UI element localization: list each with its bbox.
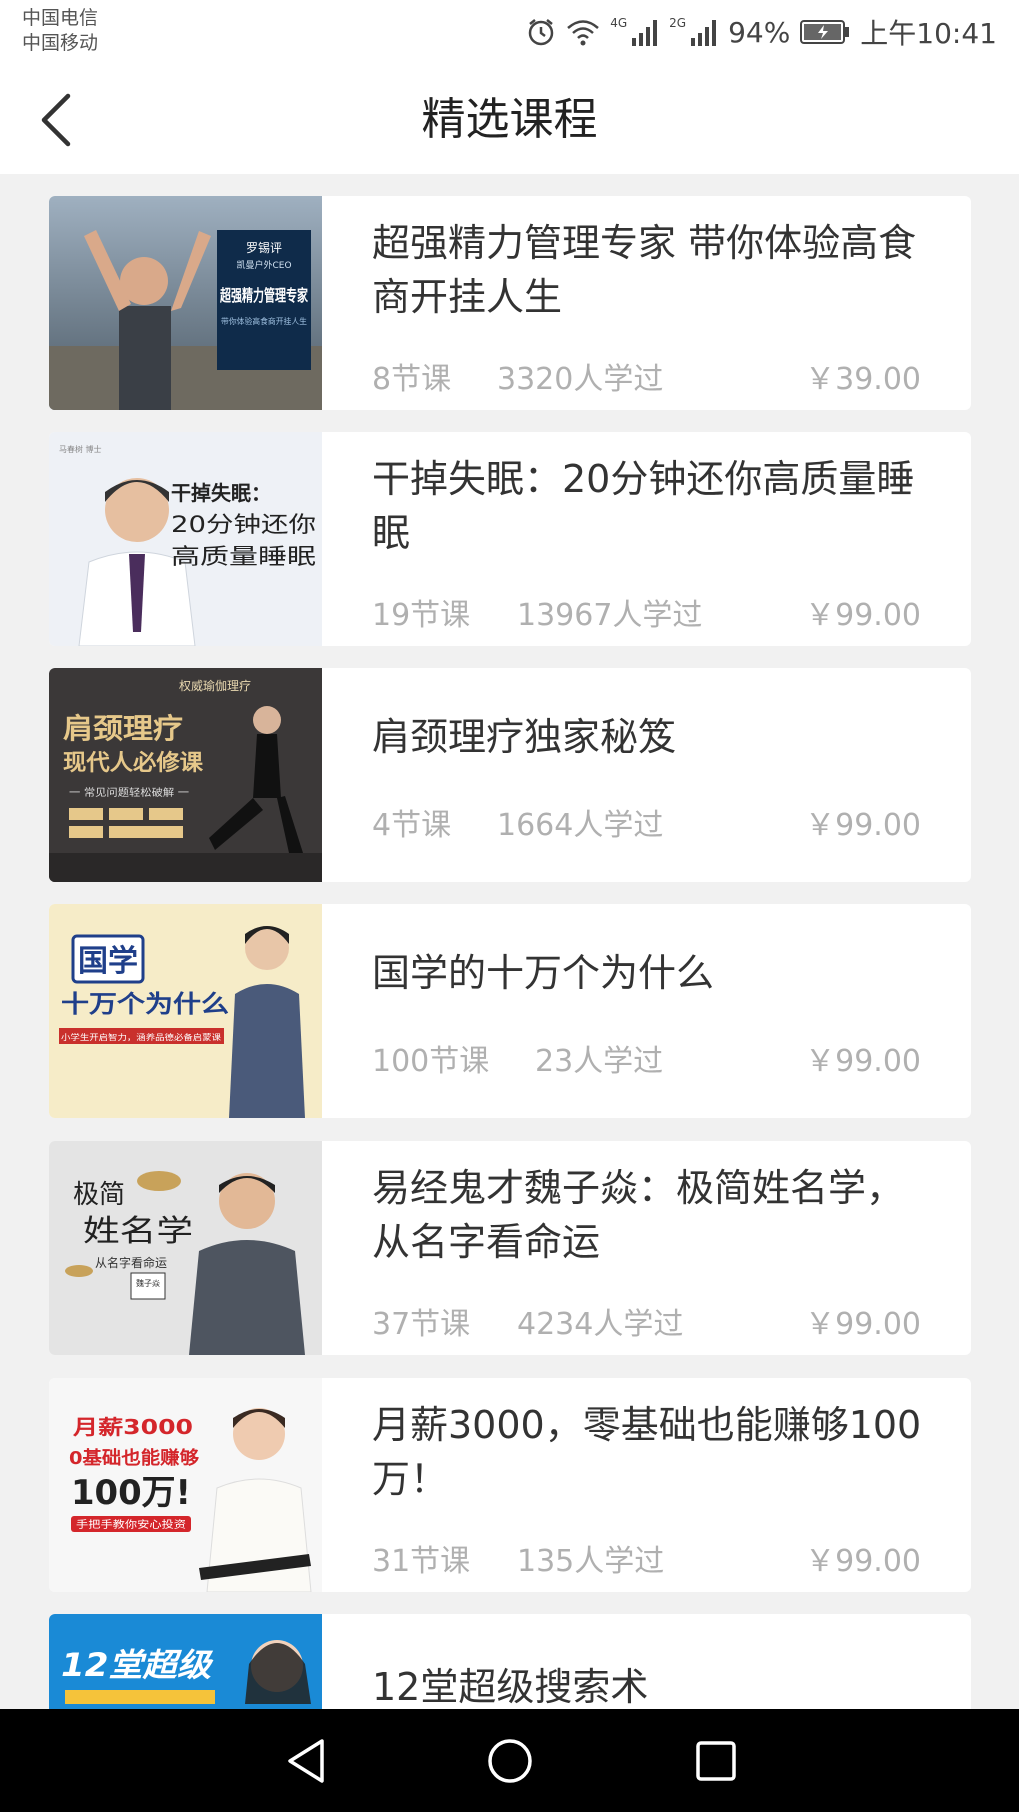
course-card[interactable]: 国学 十万个为什么 小学生开启智力，涵养品德必备启蒙课 国学的十万个为什么 10… xyxy=(49,904,971,1118)
back-button[interactable] xyxy=(28,86,84,154)
course-meta: 4节课 1664人学过 ￥99.00 xyxy=(372,800,921,843)
price: ￥99.00 xyxy=(805,598,921,633)
thumb-top-text: 权威瑜伽理疗 xyxy=(179,678,251,693)
course-title: 月薪3000，零基础也能赚够100万！ xyxy=(372,1403,922,1501)
alarm-icon xyxy=(526,17,556,47)
thumb-line-3: 100万! xyxy=(71,1473,191,1513)
lesson-count: 8节课 xyxy=(372,362,452,397)
course-card[interactable]: 马春树 博士 干掉失眠： 20分钟还你 高质量睡眠 干掉失眠：20分钟还你高质量… xyxy=(49,432,971,646)
thumb-sub: 小学生开启智力，涵养品德必备启蒙课 xyxy=(61,1032,221,1042)
course-thumbnail: 国学 十万个为什么 小学生开启智力，涵养品德必备启蒙课 xyxy=(49,904,322,1118)
price: ￥99.00 xyxy=(805,1307,921,1342)
network-type-2: 2G xyxy=(669,16,687,30)
course-meta: 8节课 3320人学过 ￥39.00 xyxy=(372,354,921,397)
course-card[interactable]: 极简 姓名学 从名字看命运 魏子焱 易经鬼才魏子焱：极简姓名学，从名字看命运 3… xyxy=(49,1141,971,1355)
signal-icon-1 xyxy=(631,18,659,46)
wifi-icon xyxy=(566,18,600,46)
thumb-headline-1: 极简 xyxy=(73,1180,125,1210)
thumb-caption-1: 干掉失眠： xyxy=(171,481,271,505)
thumb-sub: 带你体验高食商开挂人生 xyxy=(221,316,307,326)
thumb-name: 魏子焱 xyxy=(136,1278,160,1288)
price: ￥39.00 xyxy=(805,362,921,397)
system-nav-bar xyxy=(0,1709,1019,1812)
course-meta: 19节课 13967人学过 ￥99.00 xyxy=(372,590,921,633)
circle-home-icon xyxy=(488,1739,532,1783)
price: ￥99.00 xyxy=(805,1544,921,1579)
learner-count: 3320人学过 xyxy=(497,362,664,397)
course-thumbnail: 马春树 博士 干掉失眠： 20分钟还你 高质量睡眠 xyxy=(49,432,322,646)
course-card[interactable]: 权威瑜伽理疗 肩颈理疗 现代人必修课 一 常见问题轻松破解 一 肩颈理疗独家秘笈… xyxy=(49,668,971,882)
page-title: 精选课程 xyxy=(421,94,598,145)
thumb-caption-3: 高质量睡眠 xyxy=(171,545,316,570)
learner-count: 23人学过 xyxy=(535,1044,664,1079)
app-header: 精选课程 xyxy=(0,66,1019,174)
signal-icon-2 xyxy=(690,18,718,46)
thumb-headline-1: 肩颈理疗 xyxy=(63,712,183,745)
thumb-headline: 12堂超级 xyxy=(61,1646,214,1684)
course-card[interactable]: 12堂超级 12堂超级搜索术 xyxy=(49,1614,971,1709)
nav-recents-button[interactable] xyxy=(686,1733,746,1789)
course-thumbnail: 极简 姓名学 从名字看命运 魏子焱 xyxy=(49,1141,322,1355)
thumb-line-1: 月薪3000 xyxy=(72,1415,193,1439)
course-title: 干掉失眠：20分钟还你高质量睡眠 xyxy=(372,457,915,555)
thumb-sub: 从名字看命运 xyxy=(95,1255,167,1270)
learner-count: 4234人学过 xyxy=(517,1307,684,1342)
battery-percent: 94% xyxy=(728,15,791,49)
course-thumbnail: 罗锡评 凯曼户外CEO 超强精力管理专家 带你体验高食商开挂人生 xyxy=(49,196,322,410)
course-title: 12堂超级搜索术 xyxy=(372,1665,649,1709)
carrier-labels: 中国电信 中国移动 xyxy=(22,6,98,56)
course-title: 易经鬼才魏子焱：极简姓名学，从名字看命运 xyxy=(372,1166,905,1264)
status-bar: 中国电信 中国移动 4G 2G 94% 上午10:41 xyxy=(0,0,1019,66)
thumb-side-text: 马春树 博士 xyxy=(59,444,102,454)
course-card[interactable]: 罗锡评 凯曼户外CEO 超强精力管理专家 带你体验高食商开挂人生 超强精力管理专… xyxy=(49,196,971,410)
nav-back-button[interactable] xyxy=(276,1733,336,1789)
lesson-count: 31节课 xyxy=(372,1544,471,1579)
course-title: 超强精力管理专家 带你体验高食商开挂人生 xyxy=(372,221,917,319)
thumb-headline: 超强精力管理专家 xyxy=(219,286,308,305)
course-thumbnail: 12堂超级 xyxy=(49,1614,322,1709)
thumb-sub: 一 常见问题轻松破解 一 xyxy=(69,786,189,799)
carrier-2: 中国移动 xyxy=(22,32,99,54)
lesson-count: 100节课 xyxy=(372,1044,490,1079)
chevron-left-icon xyxy=(41,93,71,147)
learner-count: 1664人学过 xyxy=(497,808,664,843)
lesson-count: 19节课 xyxy=(372,598,471,633)
network-type-1: 4G xyxy=(610,16,628,30)
thumb-headline-2: 姓名学 xyxy=(83,1214,193,1249)
lesson-count: 4节课 xyxy=(372,808,452,843)
course-thumbnail: 月薪3000 0基础也能赚够 100万! 手把手教你安心投资 xyxy=(49,1378,322,1592)
learner-count: 135人学过 xyxy=(517,1544,665,1579)
course-card[interactable]: 月薪3000 0基础也能赚够 100万! 手把手教你安心投资 月薪3000，零基… xyxy=(49,1378,971,1592)
price: ￥99.00 xyxy=(805,1044,921,1079)
course-title: 国学的十万个为什么 xyxy=(372,951,715,995)
triangle-back-icon xyxy=(288,1739,324,1783)
course-thumbnail: 权威瑜伽理疗 肩颈理疗 现代人必修课 一 常见问题轻松破解 一 xyxy=(49,668,322,882)
course-meta: 37节课 4234人学过 ￥99.00 xyxy=(372,1299,921,1342)
thumb-sub: 手把手教你安心投资 xyxy=(76,1518,186,1531)
lesson-count: 37节课 xyxy=(372,1307,471,1342)
clock: 上午10:41 xyxy=(860,17,997,50)
nav-home-button[interactable] xyxy=(480,1733,540,1789)
status-indicators: 4G 2G 94% 上午10:41 xyxy=(526,14,997,50)
thumb-headline-2: 现代人必修课 xyxy=(63,750,204,776)
thumb-name: 罗锡评 xyxy=(246,240,282,255)
thumb-line-2: 0基础也能赚够 xyxy=(69,1447,199,1469)
learner-count: 13967人学过 xyxy=(517,598,703,633)
course-meta: 100节课 23人学过 ￥99.00 xyxy=(372,1036,921,1079)
course-meta: 31节课 135人学过 ￥99.00 xyxy=(372,1536,921,1579)
thumb-headline-2: 十万个为什么 xyxy=(61,990,229,1018)
battery-icon xyxy=(800,19,850,45)
thumb-role: 凯曼户外CEO xyxy=(236,259,291,271)
thumb-headline-1: 国学 xyxy=(78,944,138,979)
price: ￥99.00 xyxy=(805,808,921,843)
course-title: 肩颈理疗独家秘笈 xyxy=(372,715,677,759)
carrier-1: 中国电信 xyxy=(22,7,99,29)
thumb-caption-2: 20分钟还你 xyxy=(171,513,316,538)
square-recents-icon xyxy=(696,1741,736,1781)
course-list: 罗锡评 凯曼户外CEO 超强精力管理专家 带你体验高食商开挂人生 超强精力管理专… xyxy=(0,174,1019,1709)
